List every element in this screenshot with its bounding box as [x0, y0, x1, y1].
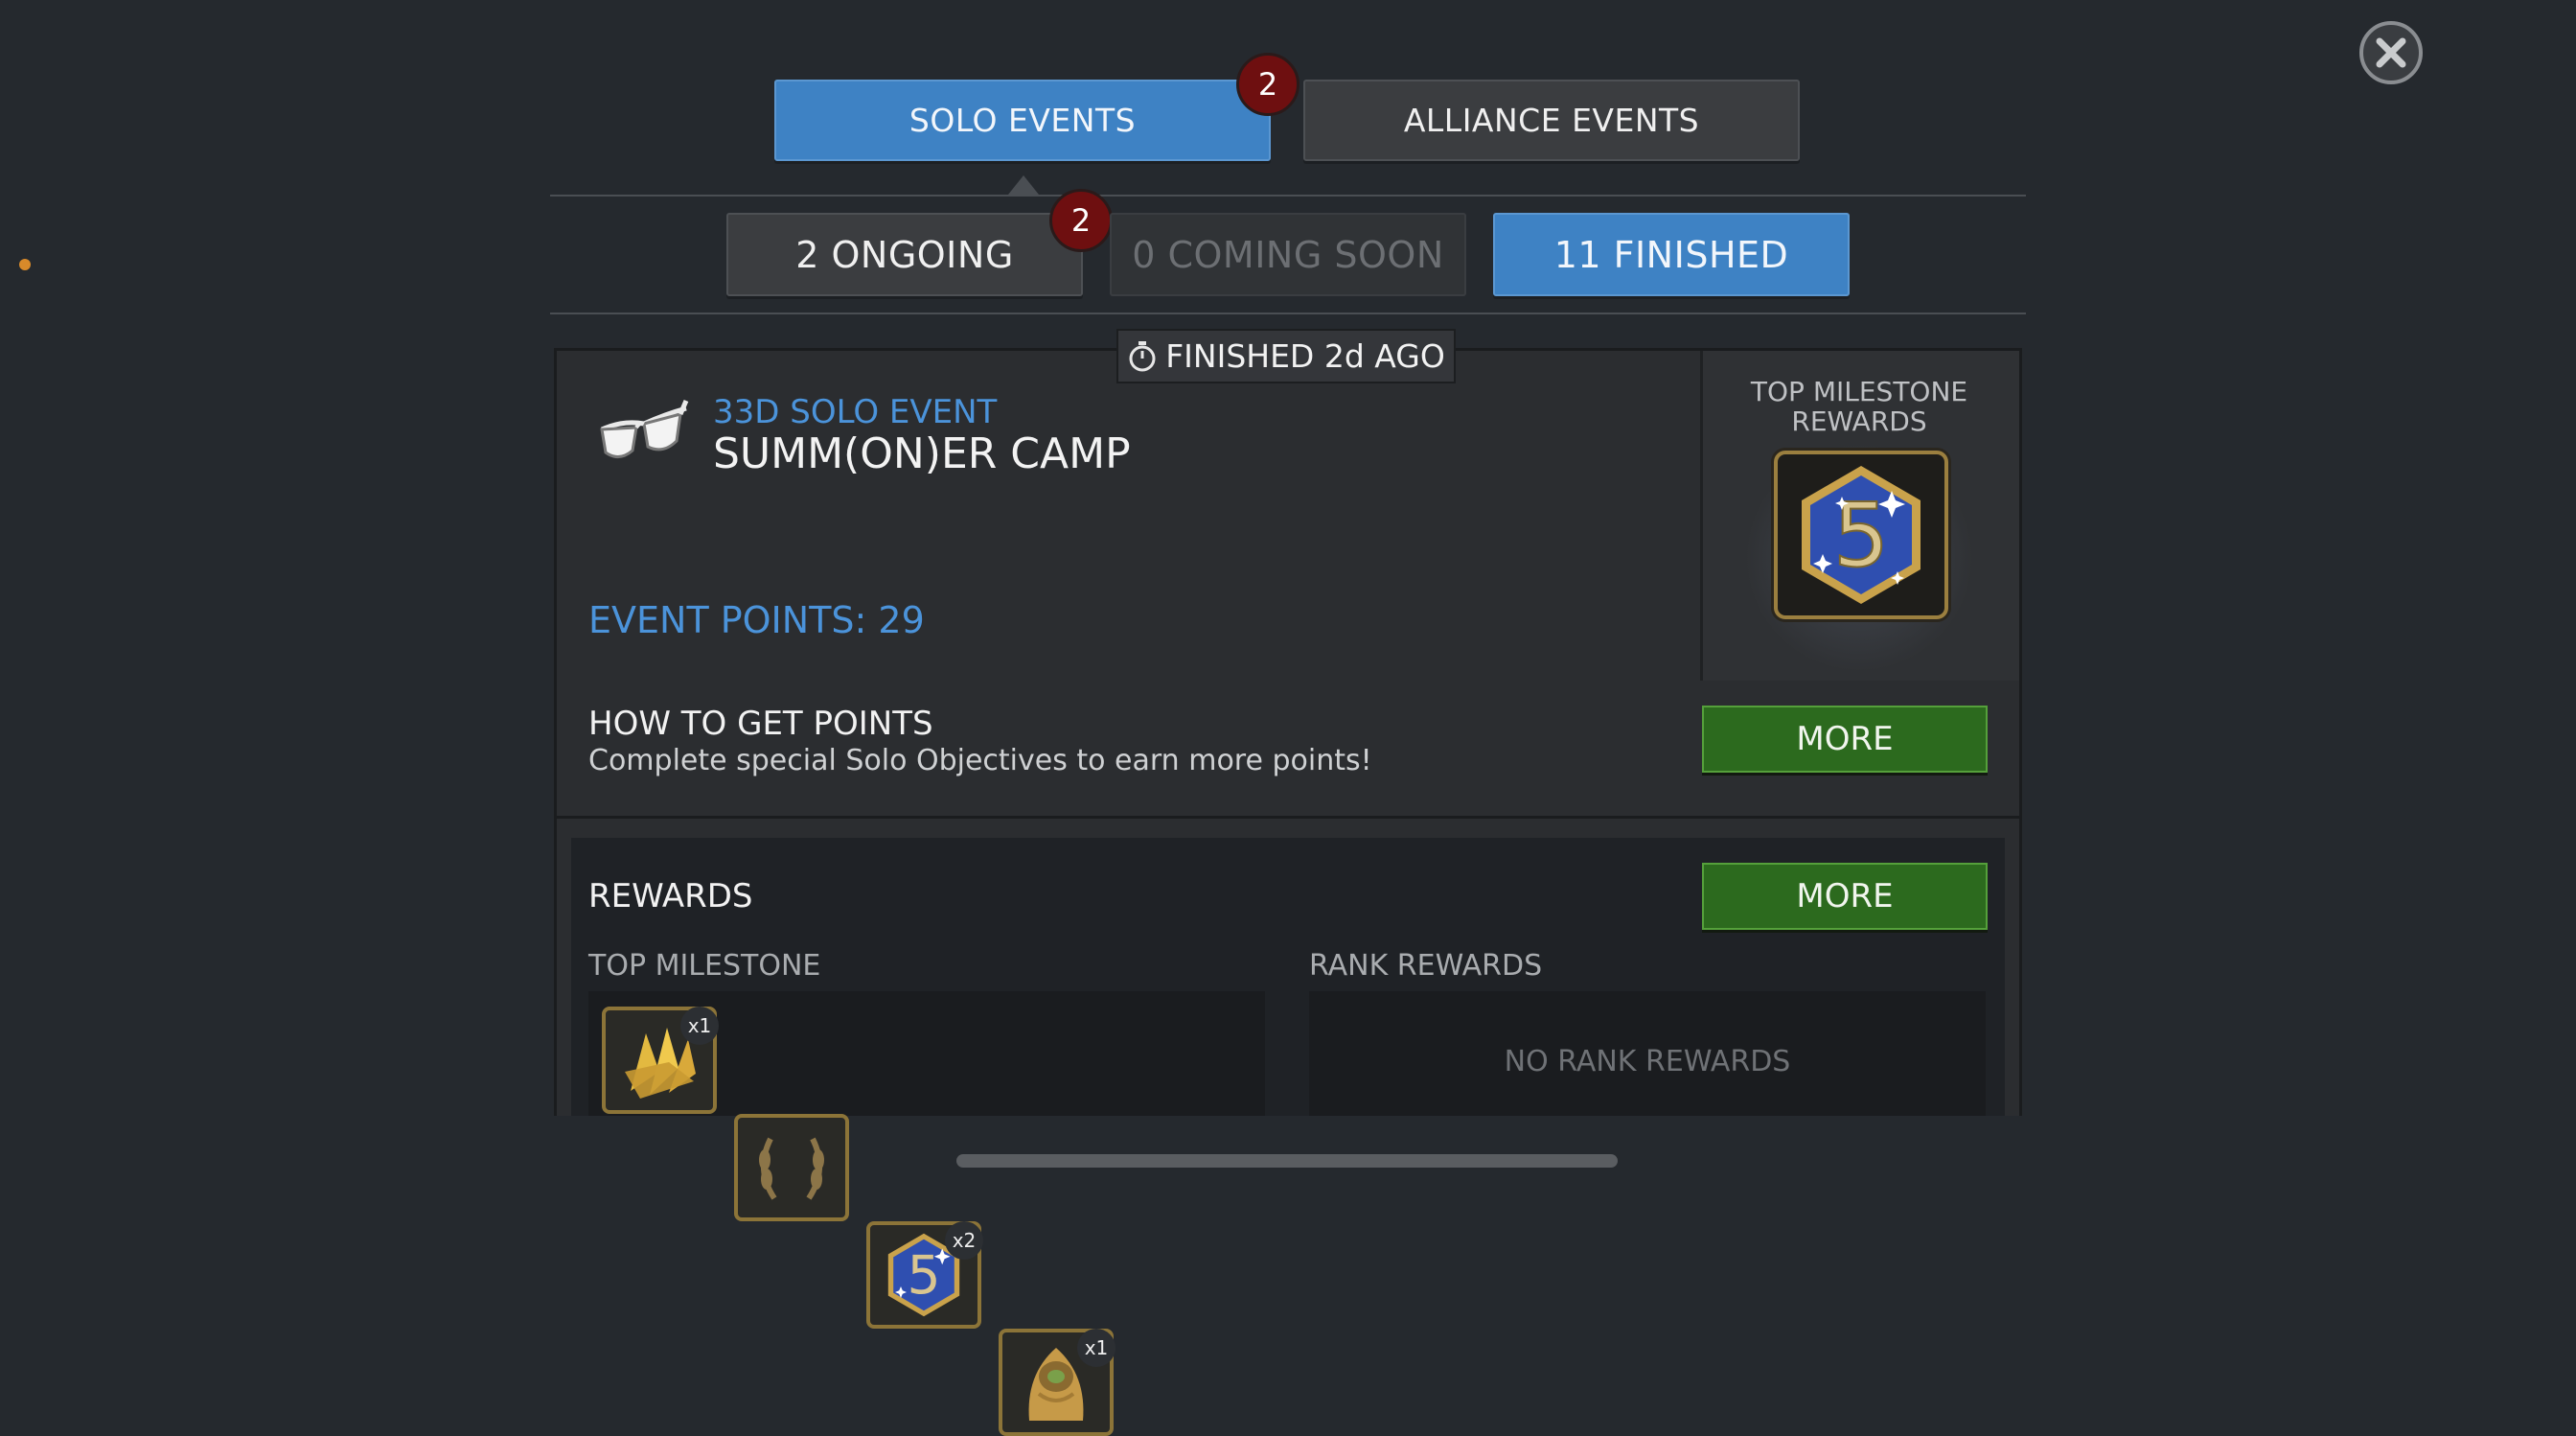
reward-qty: x1 — [1077, 1329, 1116, 1367]
event-points: EVENT POINTS: 29 — [588, 599, 925, 641]
reward-item-laurel[interactable] — [734, 1114, 849, 1221]
separator-top — [550, 195, 2026, 197]
home-indicator[interactable] — [956, 1154, 1618, 1168]
top-milestone-rewards-label: TOP MILESTONE REWARDS — [1750, 376, 1968, 437]
reward-item-five-star-crystal[interactable]: 5 x2 — [866, 1221, 983, 1329]
close-icon — [2359, 21, 2423, 84]
rewards-more-button[interactable]: MORE — [1702, 863, 1988, 930]
reward-item-shards[interactable]: x1 — [602, 1007, 719, 1114]
rank-rewards-label: RANK REWARDS — [1309, 949, 1543, 983]
tab-coming-soon[interactable]: 0 COMING SOON — [1110, 213, 1466, 296]
tab-ongoing[interactable]: 2 ONGOING — [726, 213, 1083, 296]
points-section-title: HOW TO GET POINTS — [588, 705, 933, 743]
tab-finished[interactable]: 11 FINISHED — [1493, 213, 1850, 296]
event-status-text: FINISHED 2d AGO — [1165, 337, 1445, 375]
ongoing-badge: 2 — [1049, 189, 1113, 252]
top-milestone-label: TOP MILESTONE — [588, 949, 821, 983]
reward-qty: x2 — [945, 1221, 983, 1260]
tab-alliance-events[interactable]: ALLIANCE EVENTS — [1303, 80, 1800, 161]
svg-text:5: 5 — [907, 1245, 940, 1307]
stopwatch-icon — [1129, 340, 1156, 371]
five-star-crystal-icon: 5 — [1802, 466, 1920, 604]
no-rank-rewards-text: NO RANK REWARDS — [1504, 1045, 1791, 1078]
event-name: SUMM(ON)ER CAMP — [713, 429, 1131, 478]
reward-qty: x1 — [680, 1007, 719, 1045]
laurel-wreath-icon — [759, 1137, 824, 1200]
five-star-crystal-reward: 5 — [1774, 451, 1948, 619]
active-tab-pointer — [1008, 175, 1039, 195]
reward-item-champion-crystal[interactable]: x1 — [999, 1329, 1116, 1436]
solo-events-badge: 2 — [1236, 53, 1300, 116]
event-type: 33D SOLO EVENT — [713, 393, 998, 431]
event-status-badge: FINISHED 2d AGO — [1116, 329, 1456, 383]
sunglasses-icon — [594, 393, 690, 470]
rewards-title: REWARDS — [588, 877, 753, 915]
tab-solo-events[interactable]: SOLO EVENTS — [774, 80, 1271, 161]
points-more-button[interactable]: MORE — [1702, 706, 1988, 773]
close-button[interactable] — [2358, 19, 2425, 86]
indicator-dot — [19, 259, 31, 270]
points-section-description: Complete special Solo Objectives to earn… — [588, 744, 1372, 777]
separator-bottom — [550, 313, 2026, 314]
